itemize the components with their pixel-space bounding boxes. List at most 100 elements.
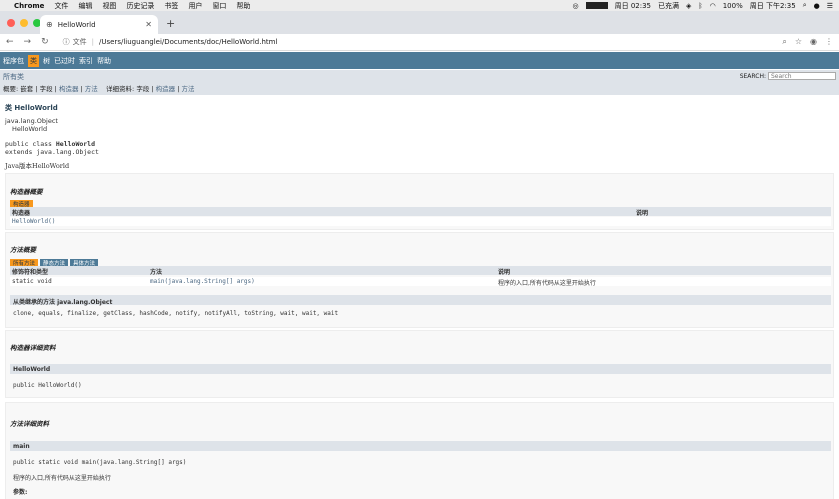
nav-package[interactable]: 程序包 <box>3 56 24 66</box>
wifi-icon[interactable]: ◠ <box>710 2 716 10</box>
table-row: HelloWorld() <box>10 217 831 226</box>
tab-title: HelloWorld <box>57 20 96 29</box>
menu-history[interactable]: 历史记录 <box>126 1 154 11</box>
class-description: Java版本HelloWorld <box>5 162 70 170</box>
nav-class: 类 <box>28 54 39 67</box>
browser-tab[interactable]: ⊕ HelloWorld ✕ <box>40 15 158 34</box>
javadoc-top-nav: 程序包 类 树 已过时 索引 帮助 <box>0 52 839 69</box>
method-detail-heading: 方法详细资料 <box>10 420 49 428</box>
cpu-graph-icon[interactable] <box>585 2 608 9</box>
tab-static-methods[interactable]: 静态方法 <box>40 259 69 267</box>
spotlight-icon[interactable]: ⌕ <box>803 1 807 10</box>
tab-concrete-methods[interactable]: 具体方法 <box>70 259 99 267</box>
inheritance-parent: java.lang.Object <box>5 117 58 125</box>
nav-deprecated[interactable]: 已过时 <box>54 56 75 66</box>
address-bar[interactable]: ⓘ 文件 | /Users/liuguanglei/Documents/doc/… <box>63 36 775 49</box>
summary-constructor-link[interactable]: 构造器 <box>59 85 79 93</box>
search-area: SEARCH: <box>740 72 836 80</box>
new-tab-button[interactable]: + <box>166 17 175 30</box>
toolbar-right-icons: ⌕ ☆ ◉ ⋮ <box>782 37 833 47</box>
tab-all-methods[interactable]: 所有方法 <box>10 259 39 267</box>
constructor-detail: 构造器详细资料 HelloWorld public HelloWorld() <box>5 330 834 398</box>
bookmark-star-icon[interactable]: ☆ <box>795 37 802 47</box>
class-declaration: public class HelloWorld extends java.lan… <box>5 140 99 156</box>
search-input[interactable] <box>768 72 836 80</box>
menu-edit[interactable]: 编辑 <box>78 1 92 11</box>
url-scheme: 文件 <box>72 38 87 46</box>
menu-dots-icon[interactable]: ⋮ <box>825 37 833 47</box>
method-link[interactable]: main(java.lang.String[] args) <box>150 278 255 285</box>
detail-constructor-link[interactable]: 构造器 <box>156 85 176 93</box>
globe-icon: ⊕ <box>46 20 53 29</box>
decl-modifiers: public class <box>5 140 56 148</box>
method-description: 程序的入口,所有代码从这里开始执行 <box>498 280 596 287</box>
method-col-header: 方法 <box>150 269 163 276</box>
search-label: SEARCH: <box>739 72 766 80</box>
params-label: 参数: <box>13 489 28 496</box>
constructor-detail-name: HelloWorld <box>10 364 831 374</box>
status-area: ◎ 周日 02:35 已充满 ◈ ᛒ ◠ 100% 周日 下午2:35 ⌕ ● … <box>573 1 834 11</box>
summary-links: 概要: 嵌套 | 字段 | 构造器 | 方法 详细资料: 字段 | 构造器 | … <box>3 85 195 93</box>
reload-icon[interactable]: ↻ <box>41 37 49 47</box>
constructor-summary-tab: 构造器 <box>10 200 33 208</box>
detail-label: 详细资料: <box>106 85 135 93</box>
browser-toolbar: ← → ↻ ⓘ 文件 | /Users/liuguanglei/Document… <box>0 34 839 51</box>
summary-label: 概要: <box>3 85 19 93</box>
inherited-methods-list[interactable]: clone, equals, finalize, getClass, hashC… <box>13 310 338 317</box>
menu-window[interactable]: 窗口 <box>212 1 226 11</box>
modifier-col-header: 修饰符和类型 <box>12 269 49 276</box>
method-modifier: static void <box>12 278 52 285</box>
macos-menu-bar: Chrome 文件 编辑 视图 历史记录 书签 用户 窗口 帮助 ◎ 周日 02… <box>0 0 839 11</box>
summary-field: 字段 <box>39 85 53 93</box>
method-detail-name: main <box>10 441 831 451</box>
nav-index[interactable]: 索引 <box>79 56 93 66</box>
notification-center-icon[interactable]: ☰ <box>827 2 833 10</box>
summary-method-link[interactable]: 方法 <box>85 85 98 93</box>
constructor-summary-heading: 构造器概要 <box>10 188 43 196</box>
class-title: 类 HelloWorld <box>5 104 58 112</box>
constructor-signature: public HelloWorld() <box>13 382 82 389</box>
close-window-button[interactable] <box>7 19 15 27</box>
clock[interactable]: 周日 下午2:35 <box>750 1 796 11</box>
battery-percent[interactable]: 100% <box>723 2 743 10</box>
constructor-link[interactable]: HelloWorld() <box>12 218 55 225</box>
wechat-icon[interactable]: ◎ <box>573 2 579 10</box>
menu-people[interactable]: 用户 <box>188 1 202 11</box>
url-text[interactable]: /Users/liuguanglei/Documents/doc/HelloWo… <box>99 38 277 46</box>
menu-view[interactable]: 视图 <box>102 1 116 11</box>
time-small: 周日 02:35 <box>614 1 652 10</box>
minimize-window-button[interactable] <box>20 19 28 27</box>
description-col-header: 说明 <box>498 269 511 276</box>
nav-help[interactable]: 帮助 <box>97 56 111 66</box>
menu-help[interactable]: 帮助 <box>236 1 250 11</box>
table-row: static void main(java.lang.String[] args… <box>10 277 831 287</box>
profile-avatar-icon[interactable]: ◉ <box>810 37 817 47</box>
inheritance-child: HelloWorld <box>12 125 48 133</box>
bluetooth-icon[interactable]: ᛒ <box>698 2 702 10</box>
method-detail-description: 程序的入口,所有代码从这里开始执行 <box>13 475 111 482</box>
close-icon[interactable]: ✕ <box>145 20 152 29</box>
menu-bookmarks[interactable]: 书签 <box>164 1 178 11</box>
inherited-methods-heading: 从类继承的方法 java.lang.Object <box>10 295 831 306</box>
forward-icon[interactable]: → <box>24 37 32 47</box>
info-icon[interactable]: ⓘ <box>63 37 70 47</box>
menu-app-name[interactable]: Chrome <box>14 2 44 10</box>
shield-icon[interactable]: ◈ <box>686 2 691 10</box>
window-controls <box>7 19 41 27</box>
battery-status[interactable]: 已充满 <box>658 1 679 11</box>
method-table-header: 修饰符和类型 方法 说明 <box>10 266 831 276</box>
zoom-icon[interactable]: ⌕ <box>782 37 786 47</box>
browser-tab-strip: ⊕ HelloWorld ✕ + <box>0 11 839 34</box>
url-divider: | <box>91 38 94 46</box>
back-icon[interactable]: ← <box>6 37 14 47</box>
method-detail: 方法详细资料 main public static void main(java… <box>5 402 834 499</box>
menu-file[interactable]: 文件 <box>54 1 68 11</box>
nav-tree[interactable]: 树 <box>43 56 50 66</box>
description-col-header: 说明 <box>636 210 649 217</box>
siri-icon[interactable]: ● <box>814 2 820 10</box>
decl-extends: extends java.lang.Object <box>5 148 99 156</box>
all-classes-link[interactable]: 所有类 <box>3 72 24 82</box>
method-summary-heading: 方法概要 <box>10 246 36 254</box>
detail-method-link[interactable]: 方法 <box>181 85 194 93</box>
constructor-summary: 构造器概要 构造器 构造器 说明 HelloWorld() <box>5 173 834 230</box>
